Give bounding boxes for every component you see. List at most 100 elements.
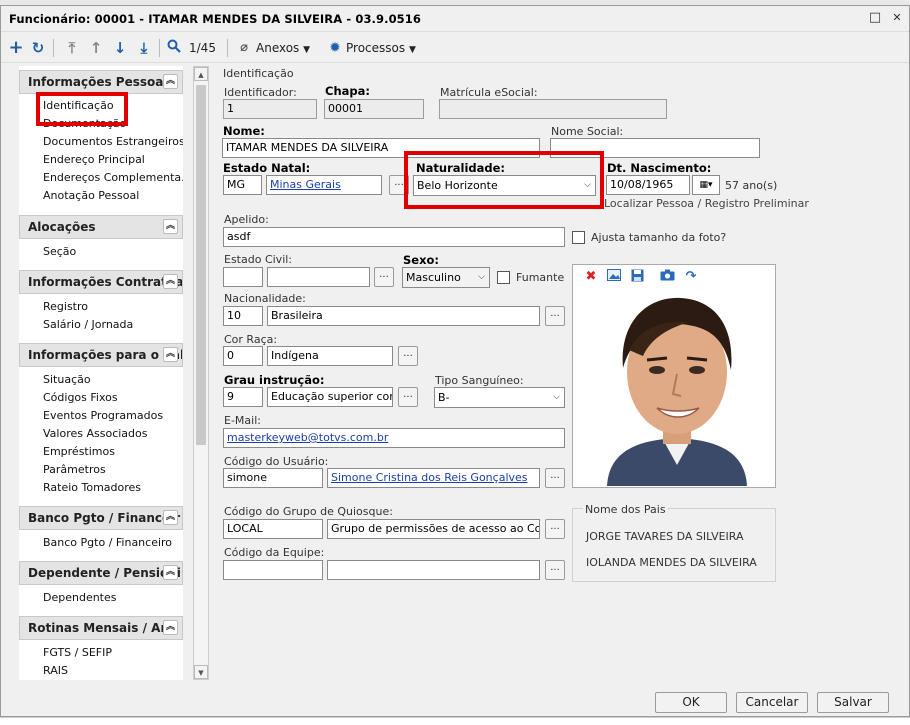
sidebar-item-enderecos-complementares[interactable]: Endereços Complementa...	[19, 169, 183, 187]
localizar-pessoa-link[interactable]: Localizar Pessoa / Registro Preliminar	[604, 197, 809, 210]
sidebar-item-situacao[interactable]: Situação	[19, 371, 183, 389]
delete-photo-icon[interactable]: ✖	[583, 269, 599, 285]
sidebar-scrollbar[interactable]: ▲ ▼	[193, 66, 209, 680]
rotate-icon[interactable]: ↷	[683, 269, 699, 285]
calendar-icon[interactable]: ▦▾	[692, 175, 720, 195]
estado-civil-lookup-button[interactable]: ...	[374, 267, 394, 287]
load-image-icon[interactable]	[606, 269, 622, 285]
ok-button[interactable]: OK	[655, 692, 727, 713]
sidebar-item-valores-associados[interactable]: Valores Associados	[19, 425, 183, 443]
sidebar-item-eventos-programados[interactable]: Eventos Programados	[19, 407, 183, 425]
codigo-usuario-lookup-button[interactable]: ...	[545, 468, 565, 488]
estado-natal-name-field[interactable]: Minas Gerais	[266, 175, 382, 195]
sidebar-section-pessoais: Informações Pessoais ︽ Identificação Docu…	[19, 70, 183, 205]
cor-raca-code-field[interactable]: 0	[223, 346, 263, 366]
sidebar-item-salario-jornada[interactable]: Salário / Jornada	[19, 316, 183, 334]
codigo-equipe-name-field[interactable]	[327, 560, 540, 580]
chevron-down-icon: ⌵	[553, 392, 560, 402]
codigo-equipe-lookup-button[interactable]: ...	[545, 560, 565, 580]
nascimento-field[interactable]: 10/08/1965	[606, 175, 690, 195]
matricula-label: Matrícula eSocial:	[440, 86, 538, 99]
refresh-icon[interactable]: ↻	[29, 38, 47, 58]
grau-instrucao-lookup-button[interactable]: ...	[398, 387, 418, 407]
sidebar-section-header[interactable]: Dependente / Pensioni ︽	[19, 561, 183, 585]
sidebar-item-banco-pgto[interactable]: Banco Pgto / Financeiro	[19, 534, 183, 552]
sidebar-section-header[interactable]: Informações Contratuai ︽	[19, 270, 183, 294]
collapse-icon[interactable]: ︽	[163, 347, 178, 362]
collapse-icon[interactable]: ︽	[163, 565, 178, 580]
anexos-menu[interactable]: Anexos ▼	[256, 38, 310, 58]
paperclip-icon[interactable]: ⌀	[237, 38, 251, 58]
sidebar-section-header[interactable]: Banco Pgto / Financeir ︽	[19, 506, 183, 530]
restore-icon[interactable]: □	[867, 10, 883, 26]
fumante-checkbox[interactable]	[497, 271, 510, 284]
sidebar-item-codigos-fixos[interactable]: Códigos Fixos	[19, 389, 183, 407]
codigo-equipe-label: Código da Equipe:	[224, 546, 325, 559]
sidebar-item-secao[interactable]: Seção	[19, 243, 183, 261]
identificador-field[interactable]: 1	[223, 99, 317, 119]
nacionalidade-name-field[interactable]: Brasileira	[267, 306, 540, 326]
save-button[interactable]: Salvar	[817, 692, 889, 713]
cor-raca-lookup-button[interactable]: ...	[398, 346, 418, 366]
sidebar-item-dependentes[interactable]: Dependentes	[19, 589, 183, 607]
grupo-quiosque-lookup-button[interactable]: ...	[545, 519, 565, 539]
collapse-icon[interactable]: ︽	[163, 219, 178, 234]
photo-panel: ✖ ↷	[572, 264, 776, 488]
camera-icon[interactable]	[659, 269, 675, 285]
email-field[interactable]: masterkeyweb@totvs.com.br	[223, 428, 565, 448]
tipo-sanguineo-select[interactable]: B- ⌵	[434, 387, 565, 408]
scroll-up-icon[interactable]: ▲	[194, 67, 208, 81]
cancel-button[interactable]: Cancelar	[736, 692, 808, 713]
plus-icon[interactable]: +	[7, 38, 25, 58]
grau-instrucao-name-field[interactable]: Educação superior compl	[267, 387, 393, 407]
grau-instrucao-code-field[interactable]: 9	[223, 387, 263, 407]
cor-raca-name-field[interactable]: Indígena	[267, 346, 393, 366]
sidebar-section-header[interactable]: Alocações ︽	[19, 215, 183, 239]
title-bar: Funcionário: 00001 - ITAMAR MENDES DA SI…	[1, 6, 909, 32]
save-photo-icon[interactable]	[629, 269, 645, 285]
codigo-equipe-code-field[interactable]	[223, 560, 323, 580]
sidebar-section-header[interactable]: Rotinas Mensais / Anu ︽	[19, 616, 183, 640]
close-icon[interactable]: ✕	[889, 10, 905, 26]
collapse-icon[interactable]: ︽	[163, 510, 178, 525]
estado-natal-code-field[interactable]: MG	[223, 175, 262, 195]
sidebar-item-fgts-sefip[interactable]: FGTS / SEFIP	[19, 644, 183, 662]
sidebar-item-emprestimos[interactable]: Empréstimos	[19, 443, 183, 461]
chapa-field[interactable]: 00001	[324, 99, 424, 119]
nacionalidade-lookup-button[interactable]: ...	[545, 306, 565, 326]
collapse-icon[interactable]: ︽	[163, 274, 178, 289]
nacionalidade-code-field[interactable]: 10	[223, 306, 263, 326]
email-label: E-Mail:	[224, 414, 261, 427]
scroll-down-icon[interactable]: ▼	[194, 665, 208, 679]
matricula-esocial-field[interactable]	[439, 99, 667, 119]
prev-icon[interactable]: ↑	[87, 38, 105, 58]
ajusta-foto-checkbox[interactable]	[572, 231, 585, 244]
sidebar-item-registro[interactable]: Registro	[19, 298, 183, 316]
sidebar-item-rais[interactable]: RAIS	[19, 662, 183, 680]
sidebar-item-anotacao-pessoal[interactable]: Anotação Pessoal	[19, 187, 183, 205]
grupo-quiosque-code-field[interactable]: LOCAL	[223, 519, 323, 539]
sidebar-section-header[interactable]: Informações para o Cál ︽	[19, 343, 183, 367]
apelido-field[interactable]: asdf	[223, 227, 565, 247]
scroll-thumb[interactable]	[196, 85, 206, 445]
estado-civil-name-field[interactable]	[267, 267, 370, 287]
estado-civil-code-field[interactable]	[223, 267, 263, 287]
sidebar-item-documentos-estrangeiros[interactable]: Documentos Estrangeiros	[19, 133, 183, 151]
processos-menu[interactable]: Processos ▼	[346, 38, 416, 58]
gear-icon[interactable]: ✹	[327, 38, 343, 58]
search-icon[interactable]	[165, 38, 183, 58]
codigo-usuario-name-field[interactable]: Simone Cristina dos Reis Gonçalves	[327, 468, 540, 488]
sidebar-item-endereco-principal[interactable]: Endereço Principal	[19, 151, 183, 169]
collapse-icon[interactable]: ︽	[163, 620, 178, 635]
codigo-usuario-code-field[interactable]: simone	[223, 468, 323, 488]
employee-photo	[599, 290, 755, 486]
sidebar-item-parametros[interactable]: Parâmetros	[19, 461, 183, 479]
sidebar-section-header[interactable]: Informações Pessoais ︽	[19, 70, 183, 94]
sexo-select[interactable]: Masculino ⌵	[402, 267, 490, 288]
sidebar-item-rateio-tomadores[interactable]: Rateio Tomadores	[19, 479, 183, 497]
next-icon[interactable]: ↓	[111, 38, 129, 58]
last-icon[interactable]: ⤓	[135, 38, 153, 58]
collapse-icon[interactable]: ︽	[163, 74, 178, 89]
grupo-quiosque-name-field[interactable]: Grupo de permissões de acesso ao Corpore…	[327, 519, 540, 539]
first-icon[interactable]: ⤒	[63, 38, 81, 58]
